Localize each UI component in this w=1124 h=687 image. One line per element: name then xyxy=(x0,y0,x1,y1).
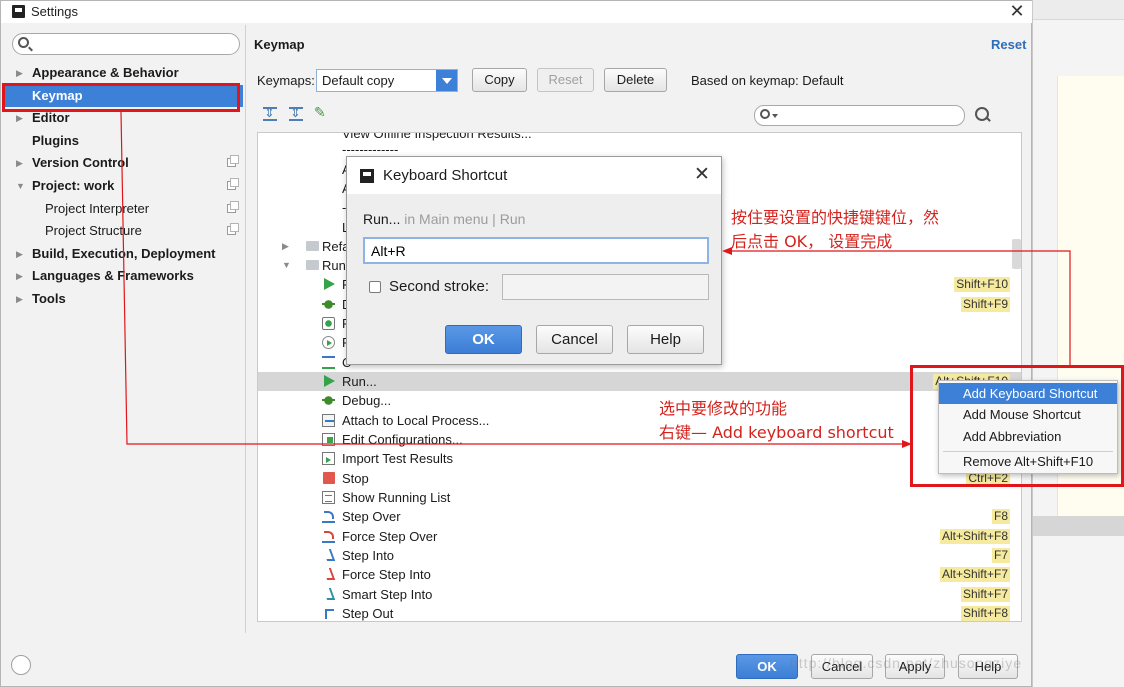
menu-annotation-line: 右键— Add keyboard shortcut xyxy=(659,423,894,442)
menu-annotation: 选中要修改的功能 右键— Add keyboard shortcut xyxy=(659,397,894,445)
arrow-keymap-to-menu xyxy=(120,111,904,445)
arrowhead-icon xyxy=(902,440,912,448)
arrow-menu-to-dialog xyxy=(730,250,1071,365)
dialog-annotation-line: 后点击 OK， 设置完成 xyxy=(731,232,893,251)
menu-annotation-line: 选中要修改的功能 xyxy=(659,399,788,418)
watermark: http://blog.csdn.net/zhusongziye xyxy=(790,655,1023,671)
dialog-annotation: 按住要设置的快捷键键位，然 后点击 OK， 设置完成 xyxy=(731,206,939,254)
dialog-annotation-line: 按住要设置的快捷键键位，然 xyxy=(731,208,940,227)
annotation-arrows xyxy=(120,111,1071,448)
